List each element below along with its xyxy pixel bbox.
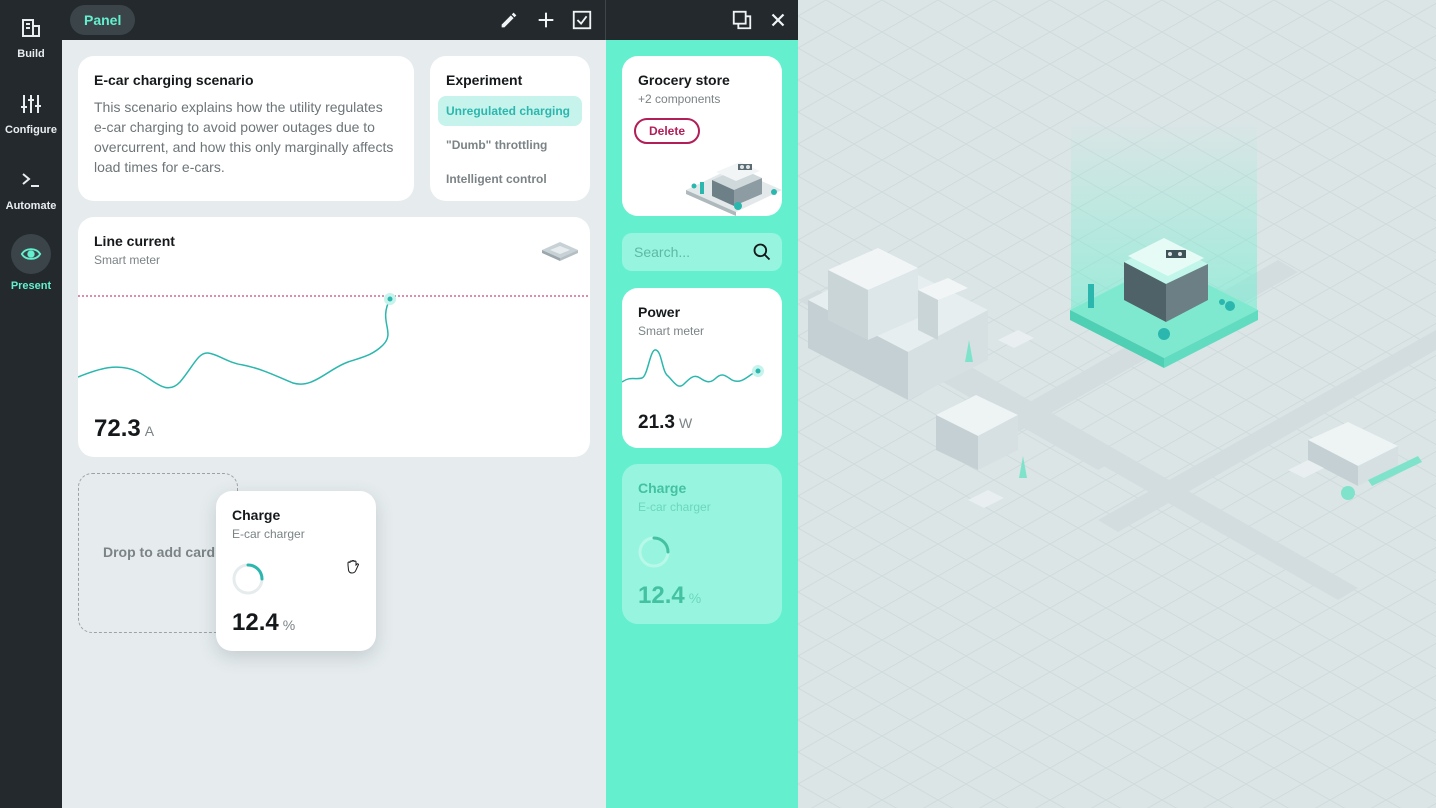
left-nav-rail: Build Configure Automate Present	[0, 0, 62, 808]
grocery-store-illustration	[686, 162, 782, 216]
drop-zone[interactable]: Drop to add card	[78, 473, 238, 633]
building-icon	[22, 19, 40, 37]
ghost-charge-reading: 12.4%	[638, 582, 701, 610]
tree	[861, 340, 871, 350]
search-input[interactable]	[634, 242, 744, 262]
power-value: 21.3	[638, 412, 675, 433]
charge-title: Charge	[232, 507, 281, 523]
nav-item-build[interactable]: Build	[0, 6, 62, 76]
nav-item-automate[interactable]: Automate	[0, 158, 62, 228]
line-current-value: 72.3	[94, 415, 141, 442]
component-panel: Grocery store +2 components Delete Power…	[606, 40, 798, 808]
line-current-card[interactable]: Line current Smart meter 72.3 A	[78, 217, 590, 457]
charge-value: 12.4	[232, 609, 279, 636]
line-current-title: Line current	[94, 233, 175, 249]
window-icon[interactable]	[731, 9, 753, 31]
power-title: Power	[638, 304, 681, 320]
line-current-subtitle: Smart meter	[94, 253, 161, 267]
power-unit: W	[678, 415, 693, 431]
ghost-charge-unit: %	[688, 590, 702, 606]
component-search	[622, 233, 782, 271]
eye-icon	[20, 248, 42, 260]
ghost-charge-title: Charge	[638, 480, 687, 496]
power-card[interactable]: Power Smart meter 21.3 W	[622, 288, 782, 448]
sliders-icon	[21, 95, 41, 113]
ghost-charge-value: 12.4	[638, 582, 685, 609]
topbar-divider	[605, 0, 606, 40]
grocery-subtitle: +2 components	[638, 92, 721, 106]
scenario-description: This scenario explains how the utility r…	[94, 99, 394, 175]
ghost-charge-subtitle: E-car charger	[638, 500, 711, 514]
power-marker	[755, 368, 761, 374]
scenario-title: E-car charging scenario	[94, 72, 254, 88]
checkbox-icon[interactable]	[571, 9, 593, 31]
power-series	[622, 349, 759, 387]
plus-icon[interactable]	[535, 9, 557, 31]
top-bar: Panel	[62, 0, 798, 40]
line-current-marker	[387, 296, 393, 302]
nav-item-present[interactable]: Present	[0, 234, 62, 304]
ghost-progress-ring	[638, 536, 670, 568]
charge-card-placeholder: Charge E-car charger 12.4%	[622, 464, 782, 624]
line-current-unit: A	[144, 423, 155, 439]
nav-item-configure[interactable]: Configure	[0, 82, 62, 152]
drop-zone-label: Drop to add card	[103, 544, 216, 560]
experiment-option-dumb-throttling[interactable]: "Dumb" throttling	[438, 130, 582, 160]
grocery-store-card[interactable]: Grocery store +2 components Delete	[622, 56, 782, 216]
city-map-viewport[interactable]	[798, 0, 1436, 808]
charge-progress-ring	[232, 563, 264, 595]
charge-subtitle: E-car charger	[232, 527, 305, 541]
charge-unit: %	[282, 617, 296, 633]
close-icon[interactable]	[767, 9, 789, 31]
smart-meter-icon	[542, 242, 578, 261]
power-chart	[622, 349, 764, 387]
nav-label-build: Build	[17, 48, 45, 60]
power-reading: 21.3 W	[638, 412, 692, 434]
power-subtitle: Smart meter	[638, 324, 705, 338]
presentation-panel: E-car charging scenario This scenario ex…	[62, 40, 606, 808]
line-current-reading: 72.3 A	[94, 415, 154, 443]
experiment-option-unregulated[interactable]: Unregulated charging	[438, 96, 582, 126]
nav-label-automate: Automate	[5, 200, 57, 212]
experiment-title: Experiment	[446, 72, 523, 88]
nav-label-present: Present	[10, 280, 52, 292]
experiment-options: Unregulated charging "Dumb" throttling I…	[438, 96, 582, 194]
pencil-icon[interactable]	[498, 9, 520, 31]
terminal-icon	[22, 173, 39, 187]
panel-tab[interactable]: Panel	[70, 5, 136, 35]
charge-reading: 12.4%	[232, 609, 295, 637]
nav-active-indicator	[11, 234, 51, 274]
isometric-city-map	[798, 0, 1436, 808]
search-icon[interactable]	[752, 242, 772, 262]
tree	[1341, 486, 1355, 500]
charge-card-dragging[interactable]: Charge E-car charger 12.4%	[216, 491, 376, 651]
delete-button[interactable]: Delete	[634, 118, 701, 144]
grab-hand-icon	[347, 559, 360, 574]
line-current-series	[78, 298, 391, 389]
grocery-title: Grocery store	[638, 72, 730, 88]
line-current-chart	[78, 293, 590, 389]
experiment-card: Experiment Unregulated charging "Dumb" t…	[430, 56, 590, 201]
scenario-card: E-car charging scenario This scenario ex…	[78, 56, 414, 201]
nav-label-configure: Configure	[5, 124, 57, 136]
experiment-option-intelligent-control[interactable]: Intelligent control	[438, 164, 582, 194]
